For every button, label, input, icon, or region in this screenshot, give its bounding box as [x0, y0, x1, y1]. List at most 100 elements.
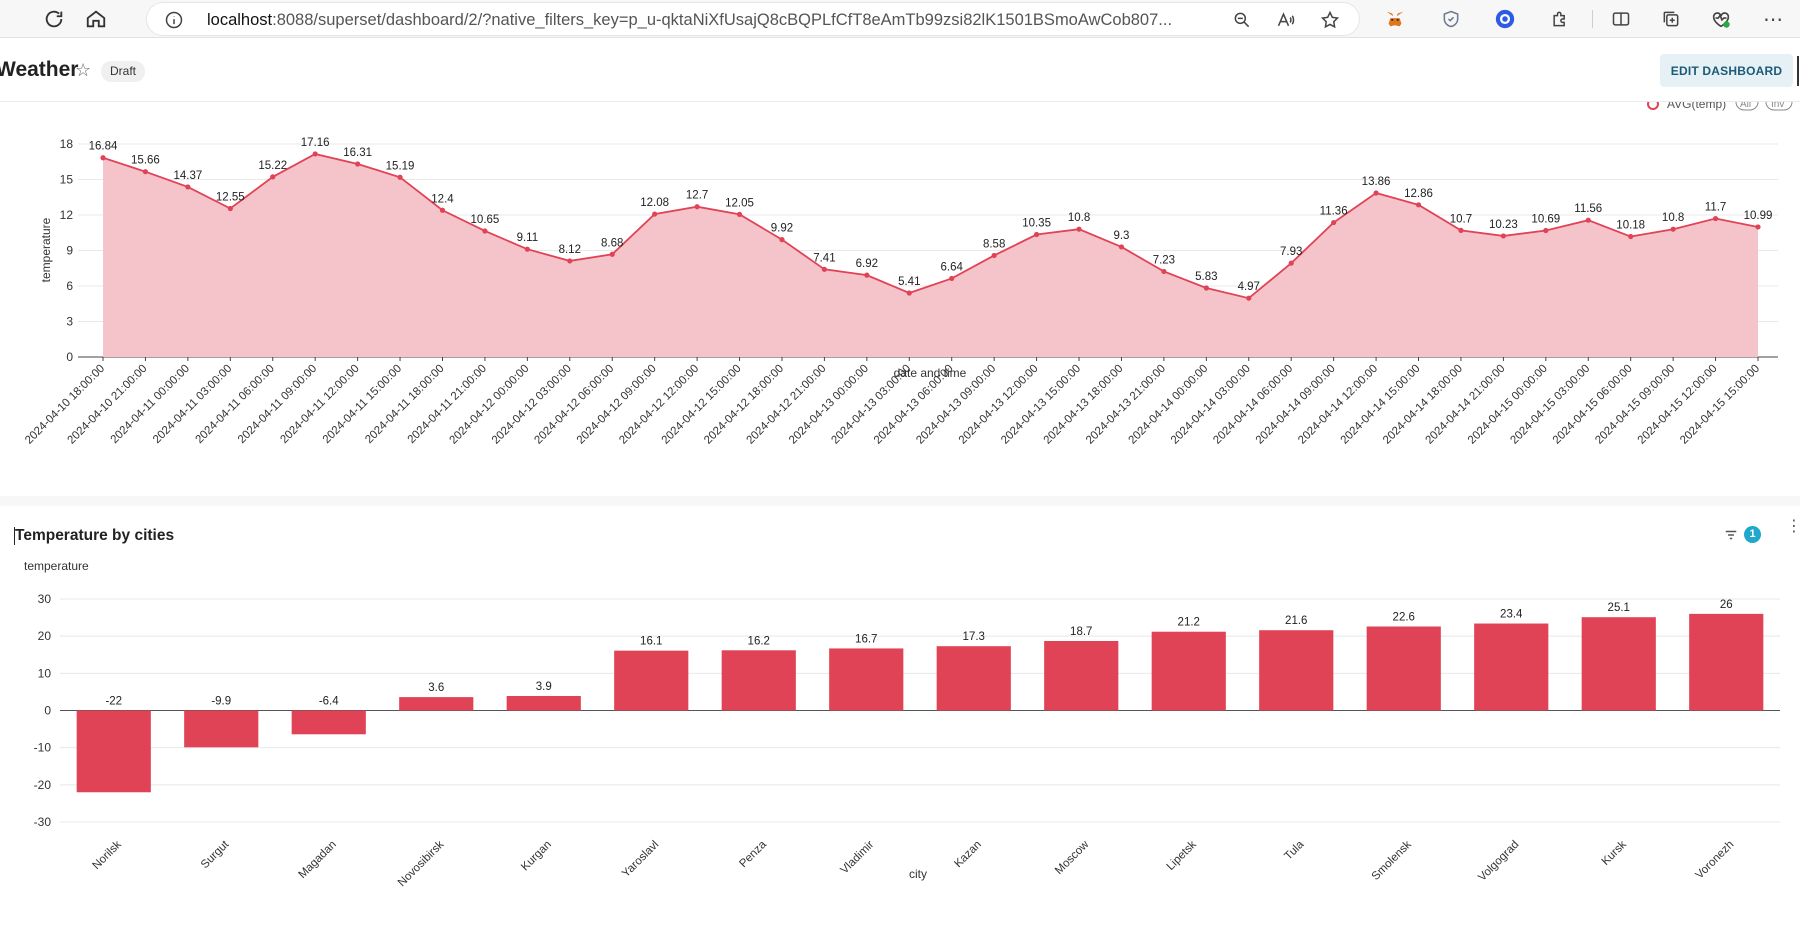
- data-label: 3.9: [536, 681, 552, 693]
- shield-extension-icon[interactable]: [1436, 4, 1466, 34]
- home-icon[interactable]: [80, 3, 112, 35]
- dashboard-title[interactable]: Weather: [0, 58, 78, 82]
- x-tick-label: 2024-04-13 15:00:00: [999, 363, 1083, 447]
- x-tick-label: Voronezh: [1694, 839, 1737, 882]
- url-text: localhost:8088/superset/dashboard/2/?nat…: [207, 11, 1173, 29]
- x-tick-label: Surgut: [199, 838, 232, 871]
- reload-icon[interactable]: [38, 3, 70, 35]
- data-label: 10.69: [1531, 214, 1560, 226]
- legend-label[interactable]: AVG(temp): [1667, 97, 1726, 111]
- data-point: [779, 237, 785, 243]
- metamask-icon[interactable]: [1380, 4, 1410, 34]
- data-label: 10.8: [1662, 212, 1684, 224]
- favorite-star-icon[interactable]: [1315, 5, 1345, 35]
- data-point: [142, 169, 149, 175]
- data-point: [397, 174, 403, 180]
- target-extension-icon[interactable]: [1490, 4, 1520, 34]
- x-tick-label: Kazan: [952, 839, 984, 871]
- legend-marker[interactable]: [1647, 98, 1659, 110]
- address-bar[interactable]: localhost:8088/superset/dashboard/2/?nat…: [146, 2, 1360, 36]
- x-tick-label: 2024-04-15 00:00:00: [1466, 363, 1550, 447]
- data-point: [609, 251, 615, 257]
- y-tick-label: 0: [44, 704, 51, 718]
- x-tick-label: 2024-04-11 21:00:00: [406, 363, 489, 446]
- y-tick-label: 18: [60, 137, 74, 151]
- data-label: 7.41: [813, 252, 835, 264]
- data-label: 16.2: [748, 635, 770, 647]
- x-tick-label: 2024-04-11 06:00:00: [193, 363, 276, 446]
- x-tick-label: 2024-04-11 18:00:00: [363, 363, 446, 446]
- data-label: 11.56: [1574, 203, 1602, 215]
- y-tick-label: -10: [34, 741, 52, 755]
- x-tick-label: 2024-04-10 21:00:00: [66, 363, 150, 447]
- data-point: [1755, 224, 1761, 230]
- data-point: [227, 205, 233, 212]
- data-point: [567, 258, 573, 264]
- data-label: 15.22: [258, 160, 287, 172]
- x-tick-label: Kursk: [1600, 838, 1629, 867]
- bar: [936, 646, 1011, 711]
- data-label: 7.23: [1153, 254, 1175, 266]
- data-point: [439, 207, 446, 213]
- y-tick-label: -20: [34, 778, 52, 792]
- data-point: [1500, 233, 1506, 239]
- data-label: 9.11: [517, 232, 539, 244]
- x-tick-label: 2024-04-10 18:00:00: [23, 363, 107, 447]
- data-point: [1415, 202, 1422, 208]
- extensions-puzzle-icon[interactable]: [1545, 4, 1575, 34]
- x-tick-label: 2024-04-12 15:00:00: [660, 363, 744, 447]
- browser-toolbar: localhost:8088/superset/dashboard/2/?nat…: [0, 0, 1800, 38]
- data-label: 8.68: [601, 237, 623, 249]
- data-point: [270, 174, 276, 180]
- x-tick-label: 2024-04-14 21:00:00: [1424, 363, 1508, 447]
- x-tick-label: 2024-04-13 12:00:00: [957, 363, 1041, 447]
- x-tick-label: 2024-04-14 06:00:00: [1211, 363, 1295, 447]
- data-label: 13.86: [1362, 176, 1391, 188]
- data-point: [185, 184, 191, 190]
- read-aloud-icon[interactable]: [1271, 5, 1301, 35]
- data-label: -9.9: [211, 696, 231, 708]
- x-tick-label: 2024-04-13 21:00:00: [1084, 363, 1168, 447]
- x-tick-label: 2024-04-12 09:00:00: [575, 363, 659, 447]
- x-tick-label: Tula: [1282, 838, 1306, 862]
- x-tick-label: 2024-04-13 00:00:00: [787, 363, 871, 447]
- x-tick-label: 2024-04-14 00:00:00: [1126, 363, 1210, 447]
- zoom-icon[interactable]: [1227, 5, 1257, 35]
- data-label: 21.2: [1178, 617, 1200, 629]
- data-label: 12.4: [431, 193, 454, 205]
- legend-invert-label: Inv: [1771, 102, 1784, 110]
- data-point: [1288, 260, 1294, 266]
- data-label: -6.4: [319, 696, 339, 708]
- x-tick-label: Magadan: [296, 839, 338, 881]
- browser-essentials-icon[interactable]: [1706, 4, 1736, 34]
- bar-chart: -30 -20 -10 0 10 20 30 -22 Norilsk -9.9 Surgut -6.4…: [24, 559, 1780, 889]
- bar: [399, 697, 474, 711]
- data-label: 12.7: [686, 190, 708, 202]
- x-tick-label: Norilsk: [91, 838, 125, 872]
- data-label: 12.05: [725, 197, 754, 209]
- status-badge[interactable]: Draft: [101, 61, 146, 82]
- x-tick-label: 2024-04-12 12:00:00: [617, 363, 701, 447]
- more-options-icon[interactable]: ⋯: [1758, 4, 1788, 34]
- x-tick-label: 2024-04-11 15:00:00: [321, 363, 404, 446]
- favorite-star-icon[interactable]: ☆: [75, 60, 91, 81]
- x-tick-label: 2024-04-11 03:00:00: [151, 363, 234, 446]
- data-point: [312, 151, 318, 157]
- data-label: 4.97: [1238, 281, 1260, 293]
- chart-panel-temperature-over-time: AVG(temp) All Inv 0 3 6 9 12 15 18 16.84 15.66 14…: [0, 93, 1800, 496]
- data-label: 14.37: [173, 170, 202, 182]
- area-chart: AVG(temp) All Inv 0 3 6 9 12 15 18 16.84 15.66 14…: [23, 93, 1793, 447]
- split-screen-icon[interactable]: [1606, 4, 1636, 34]
- data-label: 16.7: [855, 633, 877, 645]
- x-tick-label: 2024-04-12 00:00:00: [447, 363, 531, 447]
- x-tick-label: 2024-04-15 09:00:00: [1593, 363, 1677, 447]
- data-label: 15.66: [131, 155, 160, 167]
- edit-dashboard-button[interactable]: EDIT DASHBOARD: [1660, 54, 1793, 87]
- site-info-icon[interactable]: [159, 5, 189, 35]
- data-point: [1543, 227, 1549, 234]
- collections-icon[interactable]: [1656, 4, 1686, 34]
- header-edge-divider: [1797, 56, 1799, 86]
- x-tick-label: 2024-04-14 18:00:00: [1381, 363, 1465, 447]
- data-point: [1712, 215, 1719, 222]
- data-point: [1670, 226, 1676, 232]
